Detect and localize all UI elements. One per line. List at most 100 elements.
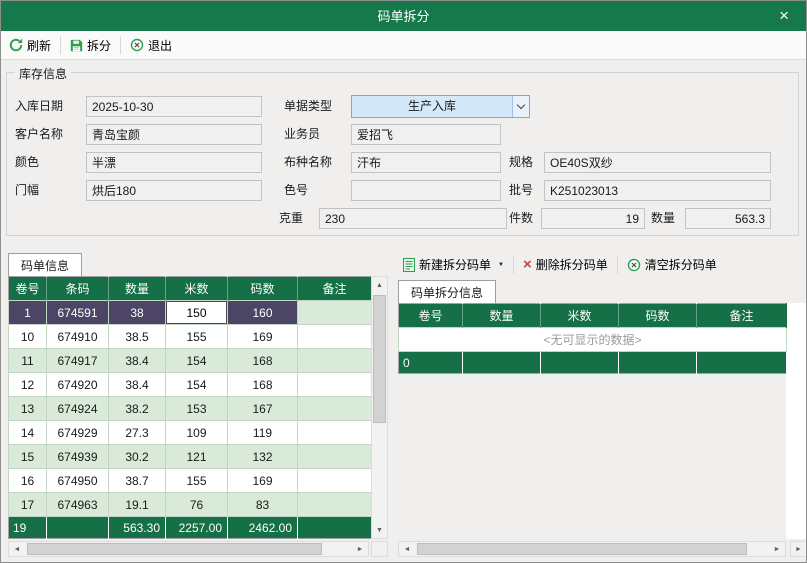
cell[interactable]: 13 [9, 397, 47, 421]
tab-packing-info[interactable]: 码单信息 [8, 253, 82, 276]
salesman-input[interactable] [351, 124, 501, 145]
table-row[interactable]: 1467492927.3109119 [9, 421, 372, 445]
combo-dropdown-button[interactable] [512, 96, 529, 117]
cell[interactable]: 30.2 [109, 445, 166, 469]
inbound-date-input[interactable] [86, 96, 262, 117]
scroll-thumb[interactable] [417, 543, 747, 555]
pieces-input[interactable] [541, 208, 645, 229]
cell[interactable]: 160 [228, 301, 298, 325]
width-input[interactable] [86, 180, 262, 201]
color-no-input[interactable] [351, 180, 501, 201]
cell[interactable]: 109 [166, 421, 228, 445]
cell[interactable]: 76 [166, 493, 228, 517]
cell[interactable]: 38 [109, 301, 166, 325]
table-row[interactable]: 167459138150160 [9, 301, 372, 325]
delete-split-button[interactable]: × 删除拆分码单 [518, 253, 613, 276]
cell[interactable]: 674963 [47, 493, 109, 517]
exit-button[interactable]: 退出 [125, 34, 177, 57]
scroll-right-arrow-icon[interactable]: ► [769, 542, 785, 556]
cell[interactable]: 674920 [47, 373, 109, 397]
cell[interactable]: 10 [9, 325, 47, 349]
column-header[interactable]: 数量 [109, 277, 166, 301]
cell[interactable]: 674939 [47, 445, 109, 469]
cell[interactable]: 83 [228, 493, 298, 517]
cell[interactable]: 1 [9, 301, 47, 325]
cell[interactable] [298, 397, 372, 421]
column-header[interactable]: 米数 [541, 304, 619, 328]
cell[interactable]: 674591 [47, 301, 109, 325]
cell[interactable]: 15 [9, 445, 47, 469]
table-row[interactable]: 1767496319.17683 [9, 493, 372, 517]
new-split-button[interactable]: 新建拆分码单 ▼ [398, 253, 509, 276]
scroll-left-arrow-icon[interactable]: ◄ [399, 542, 415, 556]
scroll-down-arrow-icon[interactable]: ▼ [372, 522, 387, 538]
cell[interactable]: 121 [166, 445, 228, 469]
table-row[interactable]: 1667495038.7155169 [9, 469, 372, 493]
cell[interactable]: 19.1 [109, 493, 166, 517]
cell[interactable]: 168 [228, 349, 298, 373]
cell[interactable]: 674917 [47, 349, 109, 373]
column-header[interactable]: 米数 [166, 277, 228, 301]
cell[interactable] [298, 445, 372, 469]
fabric-input[interactable] [351, 152, 501, 173]
cell[interactable]: 132 [228, 445, 298, 469]
cell[interactable]: 38.5 [109, 325, 166, 349]
scroll-track[interactable] [415, 542, 769, 556]
split-button[interactable]: 拆分 [65, 34, 116, 57]
cell[interactable]: 168 [228, 373, 298, 397]
cell[interactable]: 14 [9, 421, 47, 445]
cell[interactable]: 674929 [47, 421, 109, 445]
tab-split-info[interactable]: 码单拆分信息 [398, 280, 496, 303]
scroll-thumb[interactable] [373, 295, 386, 423]
scroll-right-arrow-icon[interactable]: ► [790, 541, 807, 557]
close-button[interactable]: × [771, 0, 797, 31]
scroll-track[interactable] [25, 542, 352, 556]
packing-hscrollbar[interactable]: ◄ ► [8, 541, 369, 557]
quantity-input[interactable] [685, 208, 771, 229]
cell[interactable] [298, 493, 372, 517]
cell[interactable] [298, 469, 372, 493]
cell[interactable]: 119 [228, 421, 298, 445]
weight-input[interactable] [319, 208, 507, 229]
cell[interactable]: 27.3 [109, 421, 166, 445]
color-input[interactable] [86, 152, 262, 173]
cell[interactable]: 155 [166, 325, 228, 349]
cell[interactable]: 674910 [47, 325, 109, 349]
cell[interactable]: 674950 [47, 469, 109, 493]
cell[interactable] [298, 301, 372, 325]
batch-no-input[interactable] [544, 180, 771, 201]
column-header[interactable]: 备注 [697, 304, 787, 328]
clear-split-button[interactable]: 清空拆分码单 [622, 253, 722, 276]
cell[interactable]: 16 [9, 469, 47, 493]
cell[interactable]: 155 [166, 469, 228, 493]
column-header[interactable]: 条码 [47, 277, 109, 301]
scroll-track[interactable] [372, 293, 387, 522]
scroll-up-arrow-icon[interactable]: ▲ [372, 277, 387, 293]
cell[interactable]: 38.2 [109, 397, 166, 421]
column-header[interactable]: 码数 [228, 277, 298, 301]
column-header[interactable]: 卷号 [399, 304, 463, 328]
cell[interactable]: 38.7 [109, 469, 166, 493]
split-hscrollbar[interactable]: ◄ ► [398, 541, 786, 557]
cell[interactable]: 38.4 [109, 349, 166, 373]
cell[interactable]: 674924 [47, 397, 109, 421]
packing-vscrollbar[interactable]: ▲ ▼ [371, 276, 388, 539]
column-header[interactable]: 码数 [619, 304, 697, 328]
cell[interactable]: 154 [166, 373, 228, 397]
cell[interactable] [298, 421, 372, 445]
cell[interactable]: 153 [166, 397, 228, 421]
table-row[interactable]: 1367492438.2153167 [9, 397, 372, 421]
spec-input[interactable] [544, 152, 771, 173]
customer-input[interactable] [86, 124, 262, 145]
cell[interactable]: 154 [166, 349, 228, 373]
scroll-thumb[interactable] [27, 543, 322, 555]
refresh-button[interactable]: 刷新 [4, 34, 56, 57]
cell[interactable]: 169 [228, 469, 298, 493]
cell[interactable]: 12 [9, 373, 47, 397]
cell[interactable]: 150 [166, 301, 228, 325]
column-header[interactable]: 备注 [298, 277, 372, 301]
scroll-left-arrow-icon[interactable]: ◄ [9, 542, 25, 556]
table-row[interactable]: 1067491038.5155169 [9, 325, 372, 349]
scroll-right-arrow-icon[interactable]: ► [352, 542, 368, 556]
cell[interactable]: 169 [228, 325, 298, 349]
